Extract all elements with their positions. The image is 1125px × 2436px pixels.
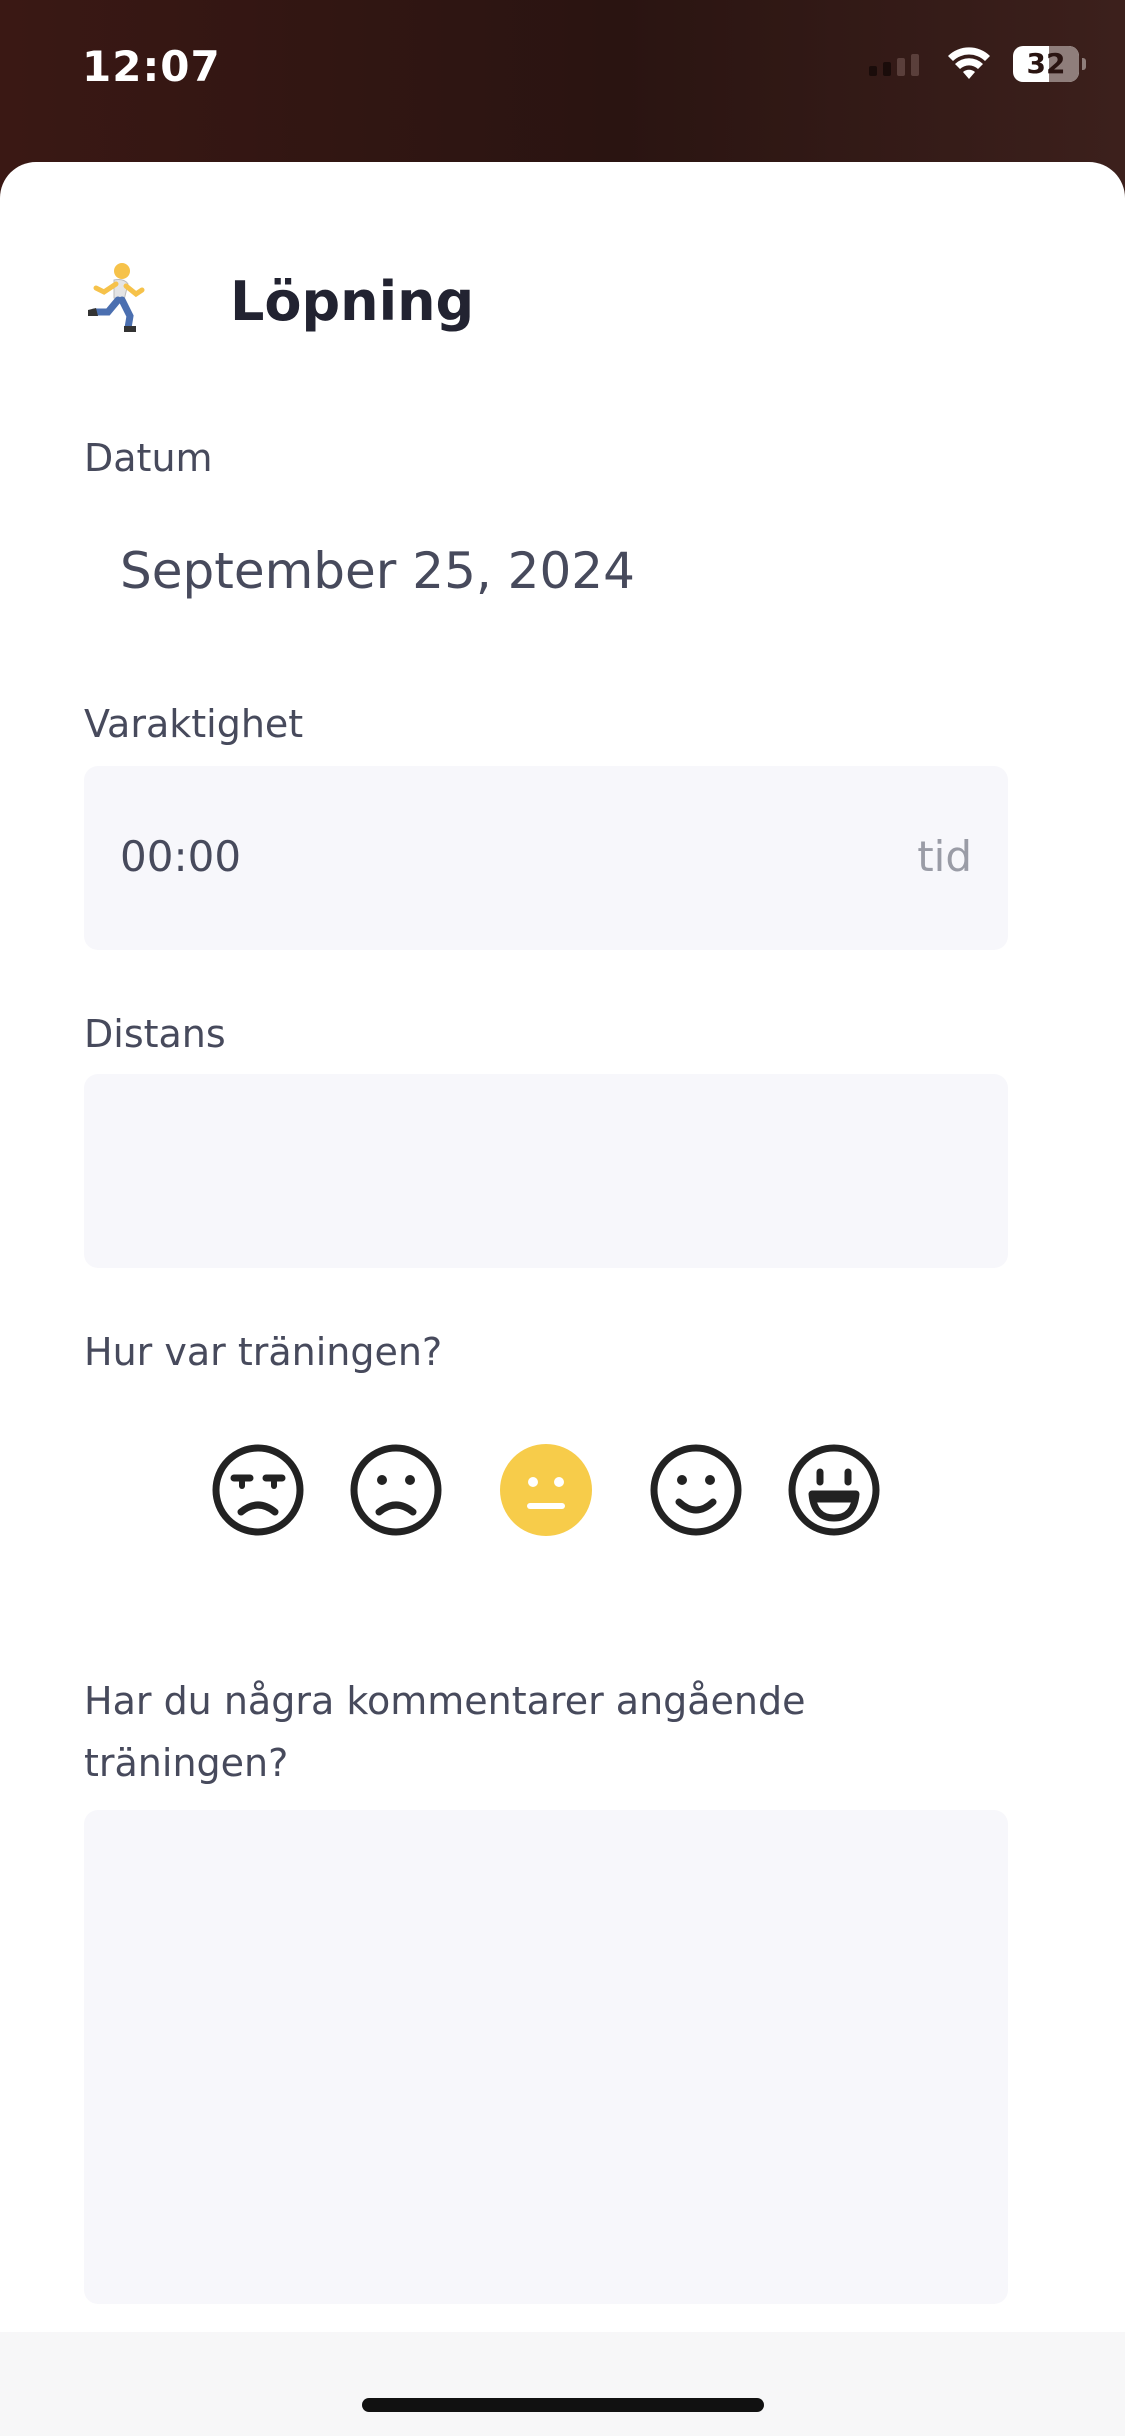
activity-header <box>84 262 150 334</box>
neutral-face-icon[interactable] <box>498 1442 594 1538</box>
date-picker[interactable]: September 25, 2024 <box>120 542 635 600</box>
duration-field[interactable]: 00:00 tid <box>84 766 1008 950</box>
duration-value: 00:00 <box>120 832 242 881</box>
bottom-safe-area <box>0 2332 1125 2436</box>
distance-field[interactable] <box>84 1074 1008 1268</box>
status-icons: 32 <box>869 46 1086 82</box>
comments-label-line-1: Har du några kommentarer angående <box>84 1679 806 1723</box>
home-indicator[interactable] <box>362 2398 764 2412</box>
activity-title: Löpning <box>230 270 475 333</box>
status-time: 12:07 <box>82 42 221 91</box>
duration-unit: tid <box>917 832 972 881</box>
battery-icon: 32 <box>1013 46 1086 82</box>
mood-rating <box>0 1442 1125 1542</box>
comments-label-line-2: träningen? <box>84 1741 289 1785</box>
cellular-signal-icon <box>869 54 919 76</box>
duration-label: Varaktighet <box>84 702 304 746</box>
date-label: Datum <box>84 436 213 480</box>
unamused-face-icon[interactable] <box>210 1442 306 1538</box>
battery-level: 32 <box>1026 47 1066 80</box>
grinning-face-icon[interactable] <box>786 1442 882 1538</box>
runner-icon <box>88 263 145 332</box>
workout-sheet: Löpning Datum September 25, 2024 Varakti… <box>0 162 1125 2436</box>
distance-label: Distans <box>84 1012 226 1056</box>
wifi-icon <box>948 47 990 79</box>
frowning-face-icon[interactable] <box>348 1442 444 1538</box>
comments-textarea[interactable] <box>84 1810 1008 2304</box>
rating-label: Hur var träningen? <box>84 1330 443 1374</box>
comments-label: Har du några kommentarer angående tränin… <box>84 1670 806 1794</box>
slightly-smiling-face-icon[interactable] <box>648 1442 744 1538</box>
